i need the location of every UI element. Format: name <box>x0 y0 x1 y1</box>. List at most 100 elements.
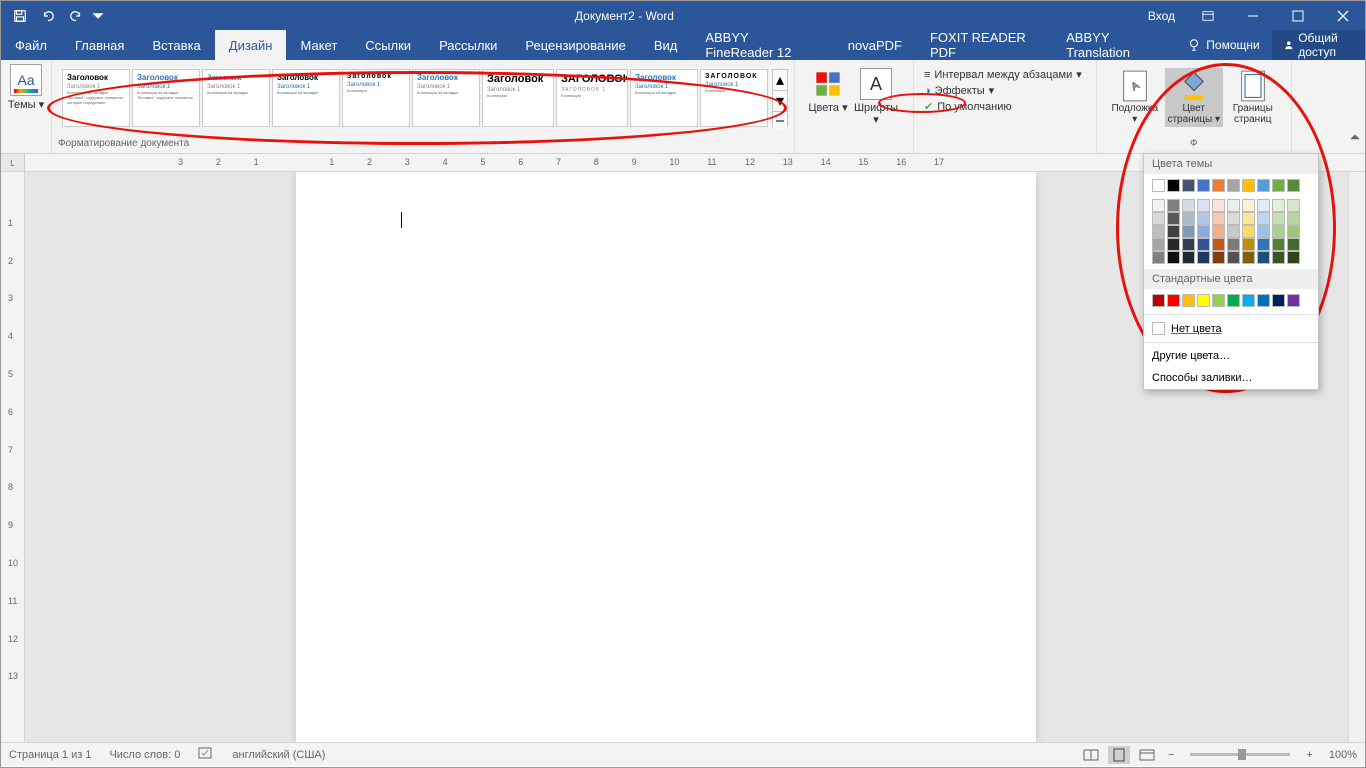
color-swatch[interactable] <box>1197 212 1210 225</box>
color-swatch[interactable] <box>1152 251 1165 264</box>
color-swatch[interactable] <box>1197 251 1210 264</box>
tab-abbyy-tr[interactable]: ABBYY Translation <box>1052 30 1175 60</box>
color-swatch[interactable] <box>1242 251 1255 264</box>
style-set-gallery[interactable]: ЗаголовокЗаголовок 1Коллекция на вкладке… <box>58 64 772 127</box>
color-swatch[interactable] <box>1272 294 1285 307</box>
tell-me[interactable]: Помощни <box>1175 30 1271 60</box>
tab-home[interactable]: Главная <box>61 30 138 60</box>
color-swatch[interactable] <box>1152 225 1165 238</box>
close-button[interactable] <box>1320 1 1365 30</box>
color-swatch[interactable] <box>1212 238 1225 251</box>
watermark-button[interactable]: A Подложка▾ <box>1107 68 1163 127</box>
color-swatch[interactable] <box>1287 294 1300 307</box>
color-swatch[interactable] <box>1167 294 1180 307</box>
page-borders-button[interactable]: Границы страниц <box>1225 68 1281 127</box>
color-swatch[interactable] <box>1167 225 1180 238</box>
color-swatch[interactable] <box>1212 199 1225 212</box>
tab-layout[interactable]: Макет <box>286 30 351 60</box>
zoom-in-button[interactable]: + <box>1302 749 1316 761</box>
color-swatch[interactable] <box>1197 238 1210 251</box>
color-swatch[interactable] <box>1182 294 1195 307</box>
color-swatch[interactable] <box>1182 199 1195 212</box>
color-swatch[interactable] <box>1152 212 1165 225</box>
tab-references[interactable]: Ссылки <box>351 30 425 60</box>
color-swatch[interactable] <box>1257 294 1270 307</box>
color-swatch[interactable] <box>1287 179 1300 192</box>
color-swatch[interactable] <box>1272 251 1285 264</box>
tab-file[interactable]: Файл <box>1 30 61 60</box>
gallery-down-button[interactable]: ▾ <box>773 91 787 112</box>
tab-view[interactable]: Вид <box>640 30 692 60</box>
color-swatch[interactable] <box>1167 179 1180 192</box>
color-swatch[interactable] <box>1182 225 1195 238</box>
redo-button[interactable] <box>63 4 89 28</box>
style-set-item[interactable]: ЗаголовокЗаголовок 1Коллекция на вкладке <box>272 69 340 127</box>
color-swatch[interactable] <box>1197 179 1210 192</box>
color-swatch[interactable] <box>1287 251 1300 264</box>
color-swatch[interactable] <box>1152 199 1165 212</box>
tab-abbyy-fr[interactable]: ABBYY FineReader 12 <box>691 30 833 60</box>
color-swatch[interactable] <box>1182 179 1195 192</box>
ribbon-display-options[interactable] <box>1185 1 1230 30</box>
color-swatch[interactable] <box>1167 212 1180 225</box>
color-swatch[interactable] <box>1272 212 1285 225</box>
tab-selector[interactable]: L <box>1 154 25 172</box>
color-swatch[interactable] <box>1242 294 1255 307</box>
collapse-ribbon-button[interactable] <box>1349 131 1361 149</box>
color-swatch[interactable] <box>1257 225 1270 238</box>
color-swatch[interactable] <box>1212 179 1225 192</box>
color-swatch[interactable] <box>1242 212 1255 225</box>
color-swatch[interactable] <box>1167 238 1180 251</box>
color-swatch[interactable] <box>1197 225 1210 238</box>
color-swatch[interactable] <box>1182 251 1195 264</box>
maximize-button[interactable] <box>1275 1 1320 30</box>
color-swatch[interactable] <box>1212 251 1225 264</box>
color-swatch[interactable] <box>1152 294 1165 307</box>
more-colors-item[interactable]: Другие цвета… <box>1144 345 1318 367</box>
color-swatch[interactable] <box>1227 238 1240 251</box>
colors-button[interactable]: Цвета ▾ <box>807 68 849 126</box>
color-swatch[interactable] <box>1287 212 1300 225</box>
color-swatch[interactable] <box>1257 212 1270 225</box>
gallery-up-button[interactable]: ▴ <box>773 70 787 91</box>
color-swatch[interactable] <box>1287 225 1300 238</box>
vertical-scrollbar[interactable] <box>1348 172 1365 742</box>
read-mode-button[interactable] <box>1080 746 1102 764</box>
fill-effects-item[interactable]: Способы заливки… <box>1144 367 1318 389</box>
color-swatch[interactable] <box>1212 225 1225 238</box>
undo-button[interactable] <box>35 4 61 28</box>
color-swatch[interactable] <box>1227 251 1240 264</box>
color-swatch[interactable] <box>1182 238 1195 251</box>
color-swatch[interactable] <box>1272 199 1285 212</box>
style-set-item[interactable]: ЗАГОЛОВОКЗаголовок 1Коллекция <box>700 69 768 127</box>
color-swatch[interactable] <box>1272 179 1285 192</box>
color-swatch[interactable] <box>1257 199 1270 212</box>
web-layout-button[interactable] <box>1136 746 1158 764</box>
color-swatch[interactable] <box>1242 199 1255 212</box>
fonts-button[interactable]: A Шрифты ▾ <box>851 68 901 126</box>
color-swatch[interactable] <box>1167 199 1180 212</box>
color-swatch[interactable] <box>1212 212 1225 225</box>
themes-button[interactable]: Aa Темы ▾ <box>7 64 45 111</box>
zoom-out-button[interactable]: − <box>1164 749 1178 761</box>
style-set-item[interactable]: ЗаголовокЗаголовок 1Коллекция <box>342 69 410 127</box>
color-swatch[interactable] <box>1152 179 1165 192</box>
color-swatch[interactable] <box>1287 199 1300 212</box>
tab-novapdf[interactable]: novaPDF <box>834 30 916 60</box>
color-swatch[interactable] <box>1242 238 1255 251</box>
color-swatch[interactable] <box>1227 179 1240 192</box>
tab-foxit[interactable]: FOXIT READER PDF <box>916 30 1052 60</box>
effects-button[interactable]: ◑Эффекты ▾ <box>924 84 1082 97</box>
style-set-item[interactable]: ЗаголовокЗаголовок 1Коллекция <box>482 69 554 127</box>
style-set-item[interactable]: ЗаголовокЗаголовок 1Коллекция на вкладке <box>412 69 480 127</box>
vertical-ruler[interactable]: 12345678910111213 <box>1 172 25 742</box>
color-swatch[interactable] <box>1212 294 1225 307</box>
save-button[interactable] <box>7 4 33 28</box>
color-swatch[interactable] <box>1242 225 1255 238</box>
color-swatch[interactable] <box>1167 251 1180 264</box>
proofing-icon[interactable] <box>198 746 214 763</box>
color-swatch[interactable] <box>1182 212 1195 225</box>
color-swatch[interactable] <box>1272 238 1285 251</box>
tab-design[interactable]: Дизайн <box>215 30 287 60</box>
page-color-button[interactable]: Цвет страницы ▾ <box>1165 68 1223 127</box>
